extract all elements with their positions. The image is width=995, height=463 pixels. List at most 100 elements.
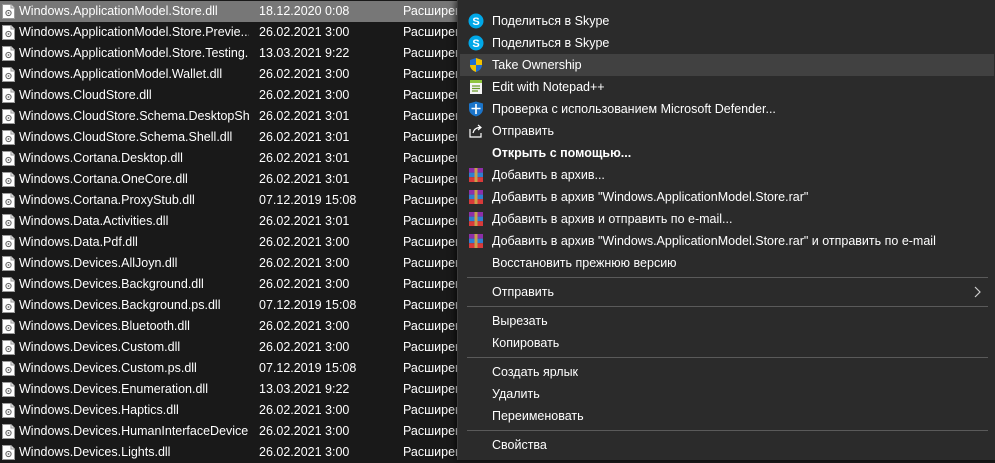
menu-item-label: Копировать: [492, 336, 560, 350]
file-row[interactable]: Windows.ApplicationModel.Store.Previe...…: [0, 22, 507, 43]
file-name: Windows.Devices.Bluetooth.dll: [19, 319, 190, 333]
file-date: 26.02.2021 3:00: [259, 403, 350, 417]
file-row[interactable]: Windows.Devices.Custom.dll 26.02.2021 3:0…: [0, 337, 507, 358]
winrar-icon: [469, 234, 483, 248]
file-row[interactable]: Windows.Devices.Bluetooth.dll 26.02.2021 …: [0, 316, 507, 337]
file-name: Windows.Devices.Custom.dll: [19, 340, 181, 354]
file-date: 07.12.2019 15:08: [259, 361, 357, 375]
file-date: 13.03.2021 9:22: [259, 382, 350, 396]
dll-file-icon: [2, 88, 15, 103]
file-name: Windows.Data.Activities.dll: [19, 214, 169, 228]
menu-item-defender[interactable]: Проверка с использованием Microsoft Defe…: [458, 98, 994, 120]
file-date: 26.02.2021 3:00: [259, 319, 350, 333]
svg-text:S: S: [472, 16, 479, 28]
file-row[interactable]: Windows.Data.Pdf.dll 26.02.2021 3:00 Расши…: [0, 232, 507, 253]
file-row[interactable]: Windows.Devices.HumanInterfaceDevice... 2…: [0, 421, 507, 442]
file-row[interactable]: Windows.ApplicationModel.Wallet.dll 26.02…: [0, 64, 507, 85]
file-name: Windows.ApplicationModel.Store.Testing..…: [19, 46, 249, 60]
file-row[interactable]: Windows.Devices.Background.ps.dll 07.12.2…: [0, 295, 507, 316]
file-row[interactable]: Windows.Cortana.OneCore.dll 26.02.2021 3:…: [0, 169, 507, 190]
menu-item-restore[interactable]: Восстановить прежнюю версию: [458, 252, 994, 274]
menu-item-cut[interactable]: Вырезать: [458, 310, 994, 332]
file-date: 26.02.2021 3:00: [259, 445, 350, 459]
file-name: Windows.CloudStore.Schema.Shell.dll: [19, 130, 233, 144]
dll-file-icon: [2, 319, 15, 334]
menu-item-label: Отправить: [492, 124, 554, 138]
menu-item-delete[interactable]: Удалить: [458, 383, 994, 405]
file-name: Windows.Cortana.OneCore.dll: [19, 172, 188, 186]
dll-file-icon: [2, 4, 15, 19]
menu-item-add-archive-named-email[interactable]: Добавить в архив "Windows.ApplicationMod…: [458, 230, 994, 252]
menu-item-add-archive-email[interactable]: Добавить в архив и отправить по e-mail..…: [458, 208, 994, 230]
menu-item-properties[interactable]: Свойства: [458, 434, 994, 456]
file-name: Windows.ApplicationModel.Store.dll: [19, 4, 218, 18]
dll-file-icon: [2, 424, 15, 439]
file-date: 26.02.2021 3:01: [259, 172, 350, 186]
dll-file-icon: [2, 109, 15, 124]
menu-item-label: Поделиться в Skype: [492, 36, 610, 50]
menu-item-share-skype-2[interactable]: S Поделиться в Skype: [458, 32, 994, 54]
file-row[interactable]: Windows.Data.Activities.dll 26.02.2021 3:…: [0, 211, 507, 232]
file-row[interactable]: Windows.Devices.Haptics.dll 26.02.2021 3:…: [0, 400, 507, 421]
file-row[interactable]: Windows.Devices.Custom.ps.dll 07.12.2019 …: [0, 358, 507, 379]
menu-item-create-shortcut[interactable]: Создать ярлык: [458, 361, 994, 383]
menu-item-label: Переименовать: [492, 409, 584, 423]
dll-file-icon: [2, 382, 15, 397]
dll-file-icon: [2, 130, 15, 145]
file-list: Windows.ApplicationModel.Store.dll 18.12.…: [0, 0, 507, 460]
file-row[interactable]: Windows.Cortana.Desktop.dll 26.02.2021 3:…: [0, 148, 507, 169]
dll-file-icon: [2, 193, 15, 208]
file-date: 26.02.2021 3:00: [259, 25, 350, 39]
file-row[interactable]: Windows.Devices.Enumeration.dll 13.03.202…: [0, 379, 507, 400]
winrar-icon: [469, 212, 483, 226]
menu-item-copy[interactable]: Копировать: [458, 332, 994, 354]
file-date: 26.02.2021 3:00: [259, 340, 350, 354]
dll-file-icon: [2, 361, 15, 376]
dll-file-icon: [2, 172, 15, 187]
file-row[interactable]: Windows.ApplicationModel.Store.Testing..…: [0, 43, 507, 64]
file-row[interactable]: Windows.CloudStore.Schema.Shell.dll 26.02…: [0, 127, 507, 148]
file-date: 26.02.2021 3:00: [259, 277, 350, 291]
menu-item-add-archive-named[interactable]: Добавить в архив "Windows.ApplicationMod…: [458, 186, 994, 208]
uac-shield-icon: [470, 58, 482, 72]
dll-file-icon: [2, 67, 15, 82]
menu-item-send-to[interactable]: Отправить: [458, 281, 994, 303]
file-name: Windows.Devices.Enumeration.dll: [19, 382, 208, 396]
file-row[interactable]: Windows.ApplicationModel.Store.dll 18.12.…: [0, 1, 507, 22]
file-name: Windows.Data.Pdf.dll: [19, 235, 138, 249]
menu-item-share-skype-1[interactable]: S Поделиться в Skype: [458, 10, 994, 32]
file-name: Windows.CloudStore.dll: [19, 88, 152, 102]
file-date: 13.03.2021 9:22: [259, 46, 350, 60]
menu-item-open-with[interactable]: Открыть с помощью...: [458, 142, 994, 164]
winrar-icon: [469, 168, 483, 182]
menu-item-label: Добавить в архив и отправить по e-mail..…: [492, 212, 733, 226]
file-row[interactable]: Windows.Devices.Background.dll 26.02.2021…: [0, 274, 507, 295]
menu-separator: [467, 430, 988, 431]
menu-separator: [467, 277, 988, 278]
menu-item-rename[interactable]: Переименовать: [458, 405, 994, 427]
menu-item-add-archive[interactable]: Добавить в архив...: [458, 164, 994, 186]
menu-separator: [467, 357, 988, 358]
file-row[interactable]: Windows.CloudStore.dll 26.02.2021 3:00 Рас…: [0, 85, 507, 106]
skype-icon: S: [468, 13, 484, 29]
file-date: 26.02.2021 3:00: [259, 67, 350, 81]
file-date: 18.12.2020 0:08: [259, 4, 350, 18]
file-row[interactable]: Windows.CloudStore.Schema.DesktopSh... 26…: [0, 106, 507, 127]
menu-item-share[interactable]: Отправить: [458, 120, 994, 142]
dll-file-icon: [2, 298, 15, 313]
menu-item-label: Добавить в архив "Windows.ApplicationMod…: [492, 190, 809, 204]
menu-item-label: Восстановить прежнюю версию: [492, 256, 677, 270]
menu-item-label: Создать ярлык: [492, 365, 579, 379]
file-date: 26.02.2021 3:01: [259, 109, 350, 123]
file-row[interactable]: Windows.Devices.AllJoyn.dll 26.02.2021 3:…: [0, 253, 507, 274]
dll-file-icon: [2, 151, 15, 166]
file-date: 26.02.2021 3:00: [259, 235, 350, 249]
file-name: Windows.Devices.Custom.ps.dll: [19, 361, 197, 375]
menu-item-edit-notepad[interactable]: Edit with Notepad++: [458, 76, 994, 98]
menu-item-take-ownership[interactable]: Take Ownership: [460, 54, 994, 76]
menu-item-label: Take Ownership: [492, 58, 582, 72]
winrar-icon: [469, 190, 483, 204]
file-row[interactable]: Windows.Cortana.ProxyStub.dll 07.12.2019 …: [0, 190, 507, 211]
menu-item-label: Вырезать: [492, 314, 548, 328]
menu-item-label: Проверка с использованием Microsoft Defe…: [492, 102, 776, 116]
